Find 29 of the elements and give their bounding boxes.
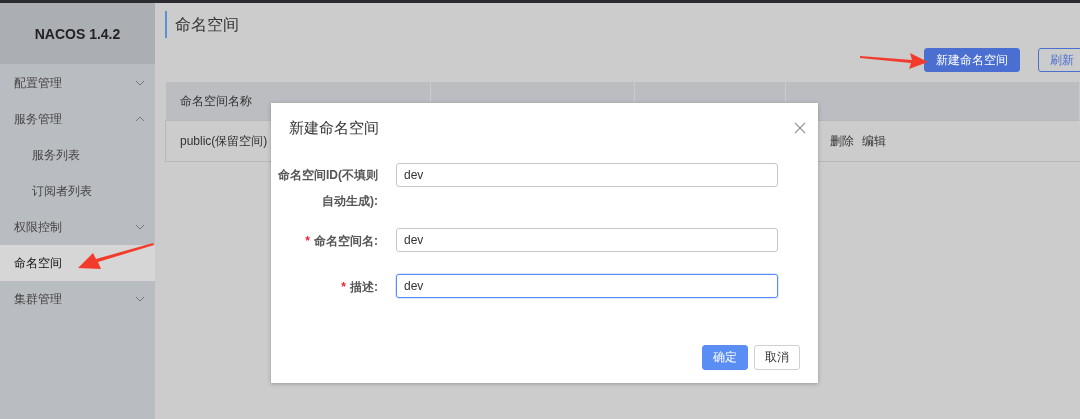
cancel-button[interactable]: 取消 xyxy=(754,345,800,370)
sidebar-item[interactable]: 命名空间 xyxy=(0,245,155,281)
chevron-down-icon xyxy=(135,80,145,86)
required-mark: * xyxy=(341,280,346,294)
required-mark: * xyxy=(305,234,310,248)
chevron-up-icon xyxy=(135,116,145,122)
field-label: 命名空间ID(不填则自动生成): xyxy=(278,168,378,208)
refresh-button[interactable]: 刷新 xyxy=(1038,48,1080,72)
input-field[interactable]: dev xyxy=(396,228,778,252)
create-button[interactable]: 新建命名空间 xyxy=(924,48,1020,72)
input-field[interactable]: dev xyxy=(396,274,778,298)
action-link[interactable]: 编辑 xyxy=(861,132,886,150)
page-title: 命名空间 xyxy=(165,11,1080,38)
sidebar-item[interactable]: 服务列表 xyxy=(0,137,155,173)
field-label: 描述: xyxy=(350,280,378,294)
input-field[interactable]: dev xyxy=(396,163,778,187)
sidebar-item[interactable]: 权限控制 xyxy=(0,209,155,245)
action-link[interactable]: 删除 xyxy=(829,132,854,150)
sidebar-item[interactable]: 配置管理 xyxy=(0,65,155,101)
sidebar-item[interactable]: 服务管理 xyxy=(0,101,155,137)
sidebar-item[interactable]: 集群管理 xyxy=(0,281,155,317)
dialog-title: 新建命名空间 xyxy=(289,118,379,138)
chevron-down-icon xyxy=(135,224,145,230)
close-icon[interactable] xyxy=(794,122,806,134)
confirm-button[interactable]: 确定 xyxy=(702,345,748,370)
sidebar-item[interactable]: 订阅者列表 xyxy=(0,173,155,209)
app-title: NACOS 1.4.2 xyxy=(0,3,155,64)
chevron-down-icon xyxy=(135,296,145,302)
field-label: 命名空间名: xyxy=(314,234,378,248)
